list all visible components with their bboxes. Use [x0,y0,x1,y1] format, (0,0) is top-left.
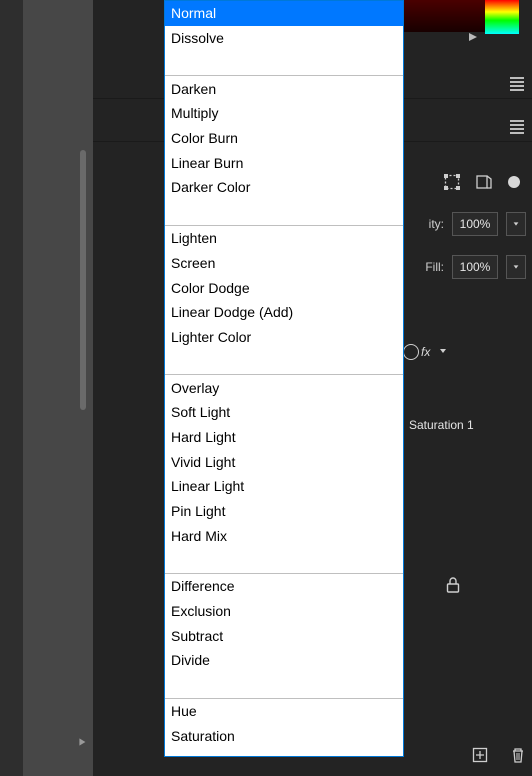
blend-mode-dropdown[interactable]: NormalDissolveDarkenMultiplyColor BurnLi… [164,0,404,757]
trash-icon[interactable] [510,747,526,766]
smart-object-icon[interactable] [476,174,492,190]
blend-mode-option[interactable]: Difference [165,574,403,599]
blend-mode-option[interactable]: Hue [165,699,403,724]
blend-mode-option[interactable]: Darken [165,76,403,101]
chevron-down-icon[interactable] [438,345,448,359]
layers-footer-icons [472,747,526,766]
canvas-edge [0,0,93,776]
filter-toggle-dot[interactable] [508,176,520,188]
panel-menu-icon[interactable] [502,75,532,96]
fill-stepper-icon[interactable] [506,255,526,279]
collapse-chevron-icon[interactable] [77,736,89,748]
blend-mode-option[interactable]: Linear Dodge (Add) [165,300,403,325]
layer-name-text[interactable]: Saturation 1 [409,418,474,432]
blend-mode-option[interactable]: Lighten [165,226,403,251]
blend-mode-option[interactable]: Linear Light [165,474,403,499]
fill-row: Fill: 100% [425,255,526,279]
opacity-label: ity: [429,217,444,231]
canvas-gutter [23,0,103,776]
blend-mode-option[interactable]: Exclusion [165,599,403,624]
fx-indicator[interactable]: fx [403,344,430,360]
blend-mode-option[interactable]: Hard Mix [165,523,403,548]
blend-mode-option[interactable]: Overlay [165,375,403,400]
blend-mode-option[interactable]: Color Burn [165,126,403,151]
blend-mode-option[interactable]: Color Dodge [165,275,403,300]
fx-label: fx [421,345,430,359]
blend-mode-option[interactable]: Screen [165,251,403,276]
fill-label: Fill: [425,260,444,274]
blend-mode-option[interactable]: Soft Light [165,400,403,425]
opacity-stepper-icon[interactable] [506,212,526,236]
blend-mode-option[interactable]: Hard Light [165,425,403,450]
blend-mode-option[interactable]: Pin Light [165,499,403,524]
blend-mode-option[interactable]: Darker Color [165,175,403,200]
blend-mode-option[interactable]: Divide [165,648,403,673]
new-layer-icon[interactable] [472,747,488,766]
blend-mode-option[interactable]: Subtract [165,623,403,648]
artboard-bounds-icon[interactable] [444,174,460,190]
blend-mode-option[interactable]: Dissolve [165,26,403,51]
circle-icon [403,344,419,360]
play-icon[interactable] [468,30,478,45]
fill-value-input[interactable]: 100% [452,255,498,279]
blend-mode-option[interactable]: Multiply [165,101,403,126]
layer-fx-chip-row: fx [403,344,448,360]
lock-icon[interactable] [446,576,460,597]
blend-mode-option[interactable]: Vivid Light [165,449,403,474]
blend-mode-option[interactable]: Normal [165,1,403,26]
blend-mode-option[interactable]: Saturation [165,724,403,749]
blend-mode-option[interactable]: Lighter Color [165,325,403,350]
opacity-row: ity: 100% [429,212,526,236]
panel-menu-icon[interactable] [502,118,532,139]
opacity-value-input[interactable]: 100% [452,212,498,236]
hue-chip[interactable] [485,0,519,34]
blend-mode-option[interactable]: Linear Burn [165,150,403,175]
blend-mode-option[interactable]: Color [165,748,403,757]
scrollbar-vertical[interactable] [80,150,86,410]
